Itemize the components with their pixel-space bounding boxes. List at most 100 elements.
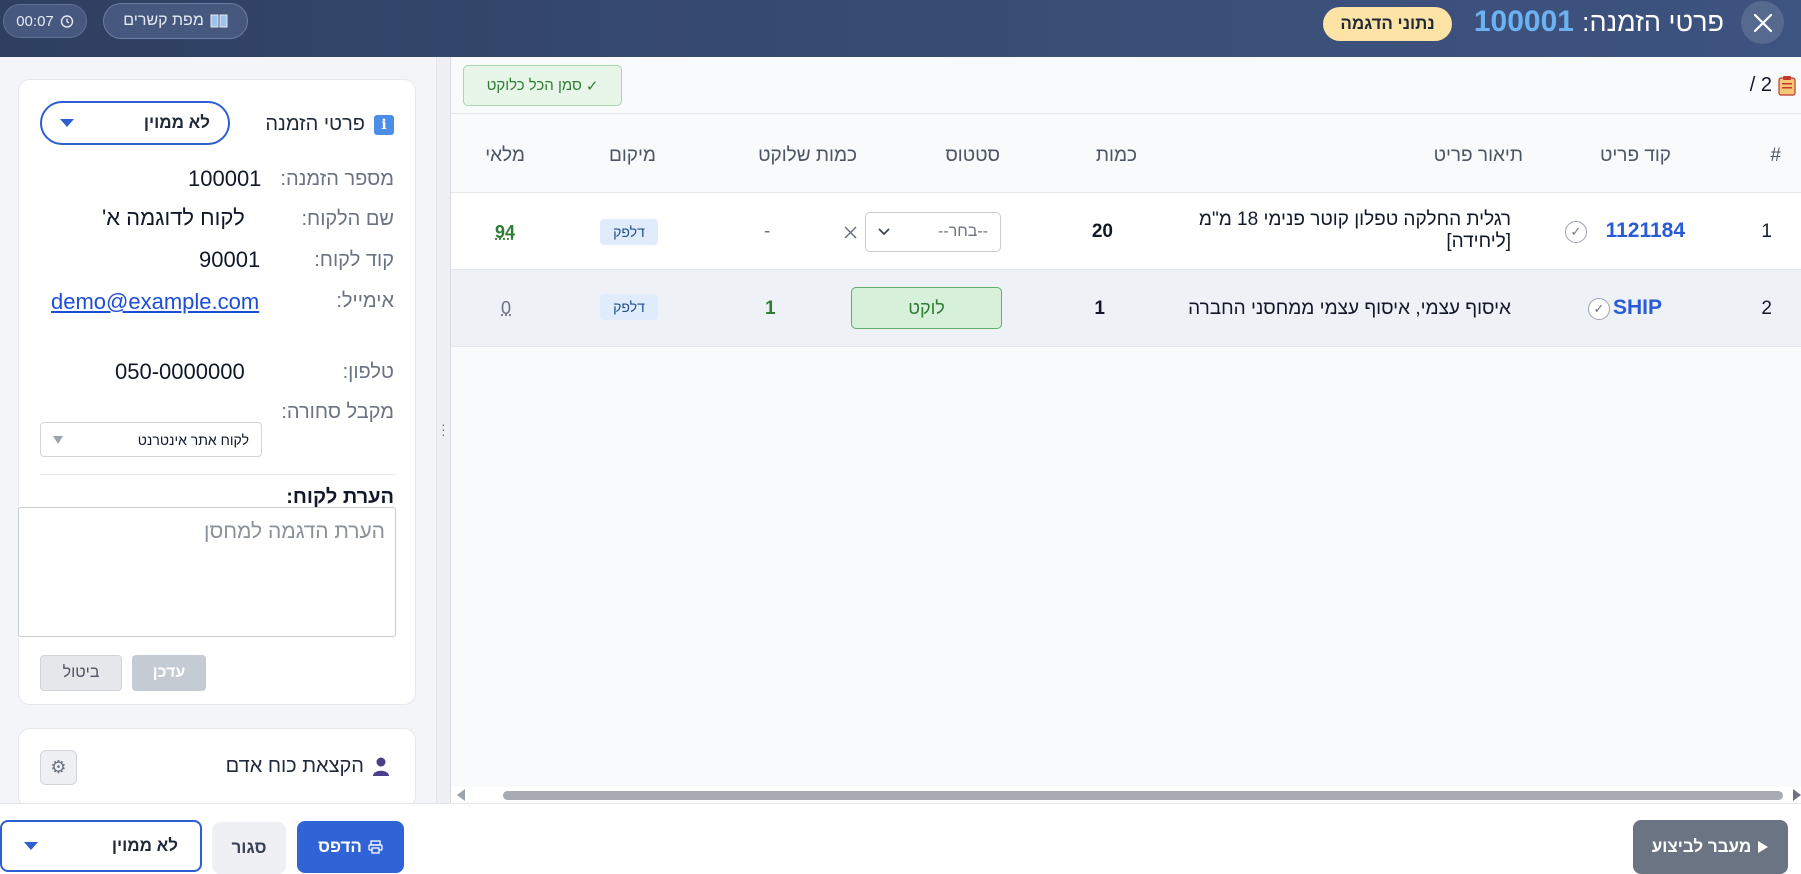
- staff-assignment-title: הקצאת כוח אדם: [226, 755, 390, 778]
- horizontal-scrollbar[interactable]: [451, 787, 1801, 803]
- divider: [40, 474, 396, 475]
- customer-code-value: 90001: [199, 247, 261, 272]
- scroll-left-icon[interactable]: [457, 789, 465, 801]
- order-details-card: i פרטי הזמנה לא ממוין מספר הזמנה: 100001…: [18, 79, 416, 705]
- item-count-value: 2 /: [1749, 74, 1772, 96]
- staff-assignment-card: הקצאת כוח אדם ⚙: [18, 728, 416, 808]
- col-quantity-header: כמות: [1095, 145, 1137, 166]
- email-link[interactable]: demo@example.com: [51, 289, 259, 315]
- picked-qty: 1: [765, 298, 776, 319]
- panel-resize-handle[interactable]: · · ·: [436, 57, 451, 803]
- table-row: 1 1121184 ✓ רגלית החלקה טפלון קוטר פנימי…: [451, 193, 1801, 270]
- print-button[interactable]: הדפס: [297, 821, 404, 873]
- mark-all-picked-label: סמן הכל כלוקט: [486, 77, 582, 94]
- scrollbar-thumb[interactable]: [503, 791, 1783, 800]
- session-timer: 00:07: [3, 4, 87, 38]
- col-stock-header: מלאי: [485, 145, 525, 166]
- col-description-header: תיאור פריט: [1433, 145, 1523, 166]
- row-index: 1: [1761, 221, 1772, 242]
- customer-code-label: קוד לקוח:: [314, 249, 394, 271]
- status-select-value: --בחר--: [938, 223, 988, 240]
- items-table-header: # קוד פריט תיאור פריט כמות סטטוס כמות של…: [451, 115, 1801, 193]
- receiver-select[interactable]: לקוח אתר אינטרנט: [40, 422, 262, 457]
- location-badge: דלפק: [600, 294, 658, 320]
- page-title-order-number: 100001: [1473, 5, 1574, 38]
- order-number-value: 100001: [188, 166, 262, 191]
- page-title: פרטי הזמנה: 100001: [1474, 5, 1724, 39]
- go-to-execution-button[interactable]: מעבר לביצוע: [1633, 820, 1788, 874]
- stock-link[interactable]: 0: [501, 298, 511, 319]
- chevron-down-icon: [53, 435, 63, 444]
- customer-note-input[interactable]: הערת הדגמה למחסן: [18, 507, 396, 637]
- clipboard-icon: [1778, 76, 1796, 96]
- update-button[interactable]: עדכן: [132, 655, 206, 691]
- chevron-down-icon: [24, 842, 38, 850]
- item-verify-checkbox[interactable]: ✓: [1565, 221, 1587, 243]
- sort-select-value: לא ממוין: [143, 113, 210, 132]
- location-badge: דלפק: [600, 219, 658, 245]
- phone-label: טלפון:: [342, 361, 394, 383]
- order-number-label: מספר הזמנה:: [280, 168, 394, 190]
- go-to-execution-label: מעבר לביצוע: [1651, 837, 1752, 856]
- staff-settings-button[interactable]: ⚙: [40, 750, 77, 785]
- item-count: 2 /: [1750, 74, 1796, 97]
- items-toolbar: ✓ סמן הכל כלוקט 2 /: [451, 57, 1801, 114]
- close-dialog-button[interactable]: סגור: [212, 822, 286, 874]
- phone-value: 050-0000000: [115, 359, 245, 384]
- item-quantity: 20: [1091, 221, 1113, 242]
- clear-status-icon[interactable]: [843, 225, 858, 240]
- top-header: פרטי הזמנה: 100001 נתוני הדגמה מפת קשרים…: [0, 0, 1801, 57]
- footer-sort-select-value: לא ממוין: [111, 836, 178, 855]
- scroll-right-icon[interactable]: [1793, 789, 1801, 801]
- chevron-down-icon: [60, 119, 74, 127]
- status-picked-button[interactable]: לוקט: [851, 287, 1002, 329]
- item-quantity: 1: [1094, 298, 1105, 319]
- item-description: איסוף עצמי, איסוף עצמי ממחסני החברה: [1188, 298, 1511, 319]
- footer-bar: לא ממוין סגור הדפס מעבר לביצוע: [0, 803, 1801, 874]
- col-picked-qty-header: כמות שלוקט: [758, 145, 857, 166]
- close-icon: [1753, 13, 1772, 32]
- chevron-down-icon: [878, 228, 890, 236]
- item-verify-checkbox[interactable]: ✓: [1588, 298, 1610, 320]
- print-label: הדפס: [318, 837, 362, 856]
- timer-value: 00:07: [16, 12, 54, 30]
- table-row: 2 SHIP ✓ איסוף עצמי, איסוף עצמי ממחסני ה…: [451, 270, 1801, 347]
- demo-data-badge: נתוני הדגמה: [1323, 7, 1452, 41]
- col-status-header: סטטוס: [945, 145, 1000, 166]
- item-description-line1: רגלית החלקה טפלון קוטר פנימי 18 מ"מ: [1198, 209, 1511, 230]
- items-area: ✓ סמן הכל כלוקט 2 / # קוד פריט תיאור פרי…: [451, 57, 1801, 803]
- sort-select[interactable]: לא ממוין: [40, 101, 230, 145]
- side-panel: i פרטי הזמנה לא ממוין מספר הזמנה: 100001…: [0, 57, 436, 808]
- receiver-label: מקבל סחורה:: [281, 401, 394, 423]
- relations-map-button[interactable]: מפת קשרים: [103, 3, 248, 39]
- status-select[interactable]: --בחר--: [865, 212, 1001, 252]
- stock-link[interactable]: 94: [495, 222, 515, 243]
- relations-map-label: מפת קשרים: [123, 12, 204, 29]
- page-title-prefix: פרטי הזמנה:: [1581, 6, 1724, 37]
- col-index-header: #: [1770, 145, 1781, 166]
- picked-qty: -: [764, 221, 771, 242]
- row-index: 2: [1761, 298, 1772, 319]
- cancel-button[interactable]: ביטול: [40, 655, 122, 691]
- staff-assignment-title-text: הקצאת כוח אדם: [225, 755, 364, 777]
- customer-name-label: שם הלקוח:: [301, 208, 394, 230]
- book-icon: [210, 14, 228, 28]
- printer-icon: [368, 840, 383, 854]
- col-location-header: מיקום: [608, 145, 656, 166]
- play-icon: [1758, 841, 1769, 853]
- item-description-line2: [ליחידה]: [1446, 231, 1511, 252]
- email-label: אימייל:: [336, 290, 394, 312]
- item-code-link[interactable]: 1121184: [1606, 219, 1685, 243]
- close-button[interactable]: [1741, 1, 1784, 44]
- order-details-title-text: פרטי הזמנה: [265, 113, 365, 135]
- col-code-header: קוד פריט: [1599, 145, 1671, 166]
- info-icon: i: [374, 114, 394, 135]
- mark-all-picked-button[interactable]: ✓ סמן הכל כלוקט: [463, 65, 622, 106]
- customer-note-title: הערת לקוח:: [286, 486, 394, 508]
- footer-sort-select[interactable]: לא ממוין: [0, 820, 202, 872]
- customer-name-value: לקוח לדוגמה א': [102, 205, 245, 230]
- item-description: רגלית החלקה טפלון קוטר פנימי 18 מ"מ [ליח…: [1199, 209, 1511, 253]
- item-code-link[interactable]: SHIP: [1613, 296, 1662, 320]
- receiver-select-value: לקוח אתר אינטרנט: [137, 431, 249, 448]
- gear-icon: ⚙: [50, 757, 67, 777]
